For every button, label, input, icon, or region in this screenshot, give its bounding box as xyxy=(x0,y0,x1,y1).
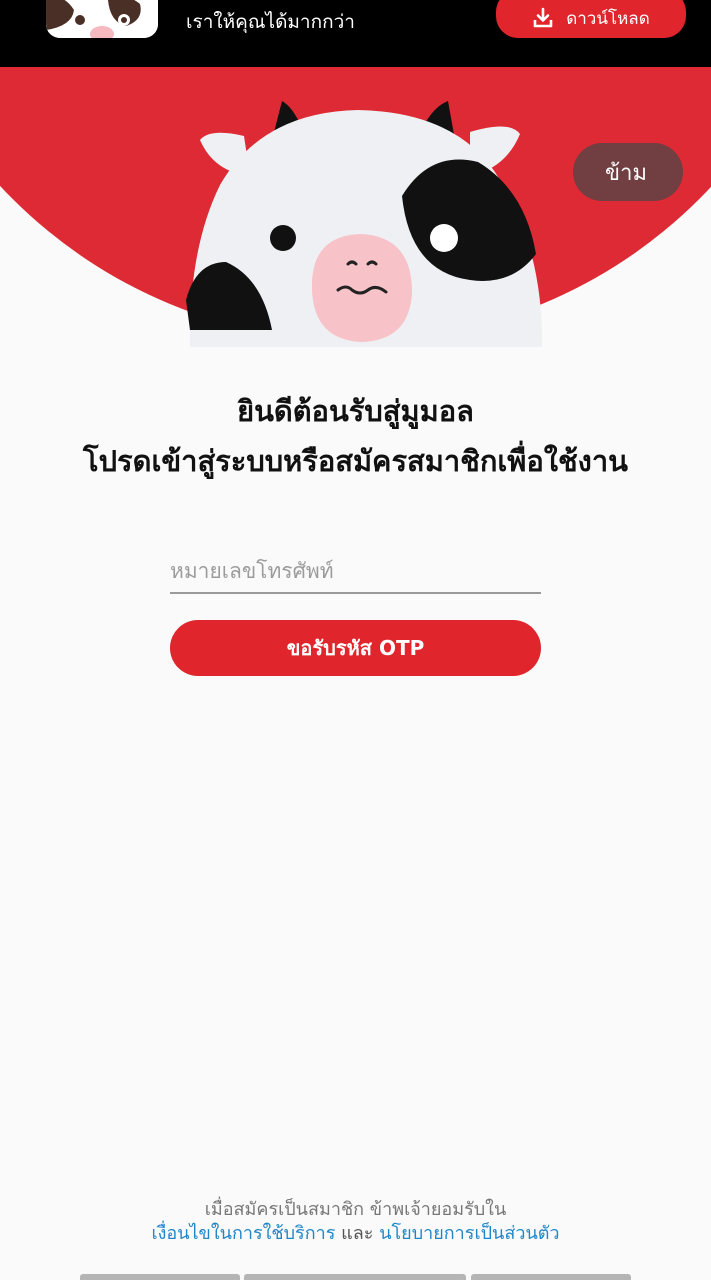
privacy-policy-link[interactable]: นโยบายการเป็นส่วนตัว xyxy=(379,1223,559,1244)
system-nav-bar-center[interactable] xyxy=(244,1274,466,1280)
cow-mascot-illustration xyxy=(0,67,711,347)
welcome-title: ยินดีต้อนรับสู่มูมอล xyxy=(237,394,474,428)
welcome-heading: ยินดีต้อนรับสู่มูมอล โปรดเข้าสู่ระบบหรือ… xyxy=(0,386,711,486)
banner-tagline: เราให้คุณได้มากกว่า xyxy=(186,11,355,33)
download-app-button[interactable]: ดาวน์โหลด xyxy=(496,0,686,38)
terms-of-service-link[interactable]: เงื่อนไขในการใช้บริการ xyxy=(151,1223,335,1244)
terms-notice: เมื่อสมัครเป็นสมาชิก ข้าพเจ้ายอมรับใน เง… xyxy=(0,1198,711,1246)
welcome-subtitle: โปรดเข้าสู่ระบบหรือสมัครสมาชิกเพื่อใช้งา… xyxy=(83,444,628,478)
download-icon xyxy=(533,7,553,28)
phone-number-input[interactable] xyxy=(170,550,541,594)
system-nav-bar-right[interactable] xyxy=(471,1274,631,1280)
system-nav-bar-left[interactable] xyxy=(80,1274,240,1280)
hero-banner xyxy=(0,67,711,347)
download-label: ดาวน์โหลด xyxy=(566,8,650,29)
terms-prefix: เมื่อสมัครเป็นสมาชิก ข้าพเจ้ายอมรับใน xyxy=(204,1199,507,1220)
app-logo-icon[interactable] xyxy=(46,0,158,38)
skip-button[interactable]: ข้าม xyxy=(573,143,683,201)
app-download-banner: เราให้คุณได้มากกว่า ดาวน์โหลด xyxy=(0,0,711,67)
terms-and-text: และ xyxy=(341,1223,374,1244)
request-otp-button[interactable]: ขอรับรหัส OTP xyxy=(170,620,541,676)
